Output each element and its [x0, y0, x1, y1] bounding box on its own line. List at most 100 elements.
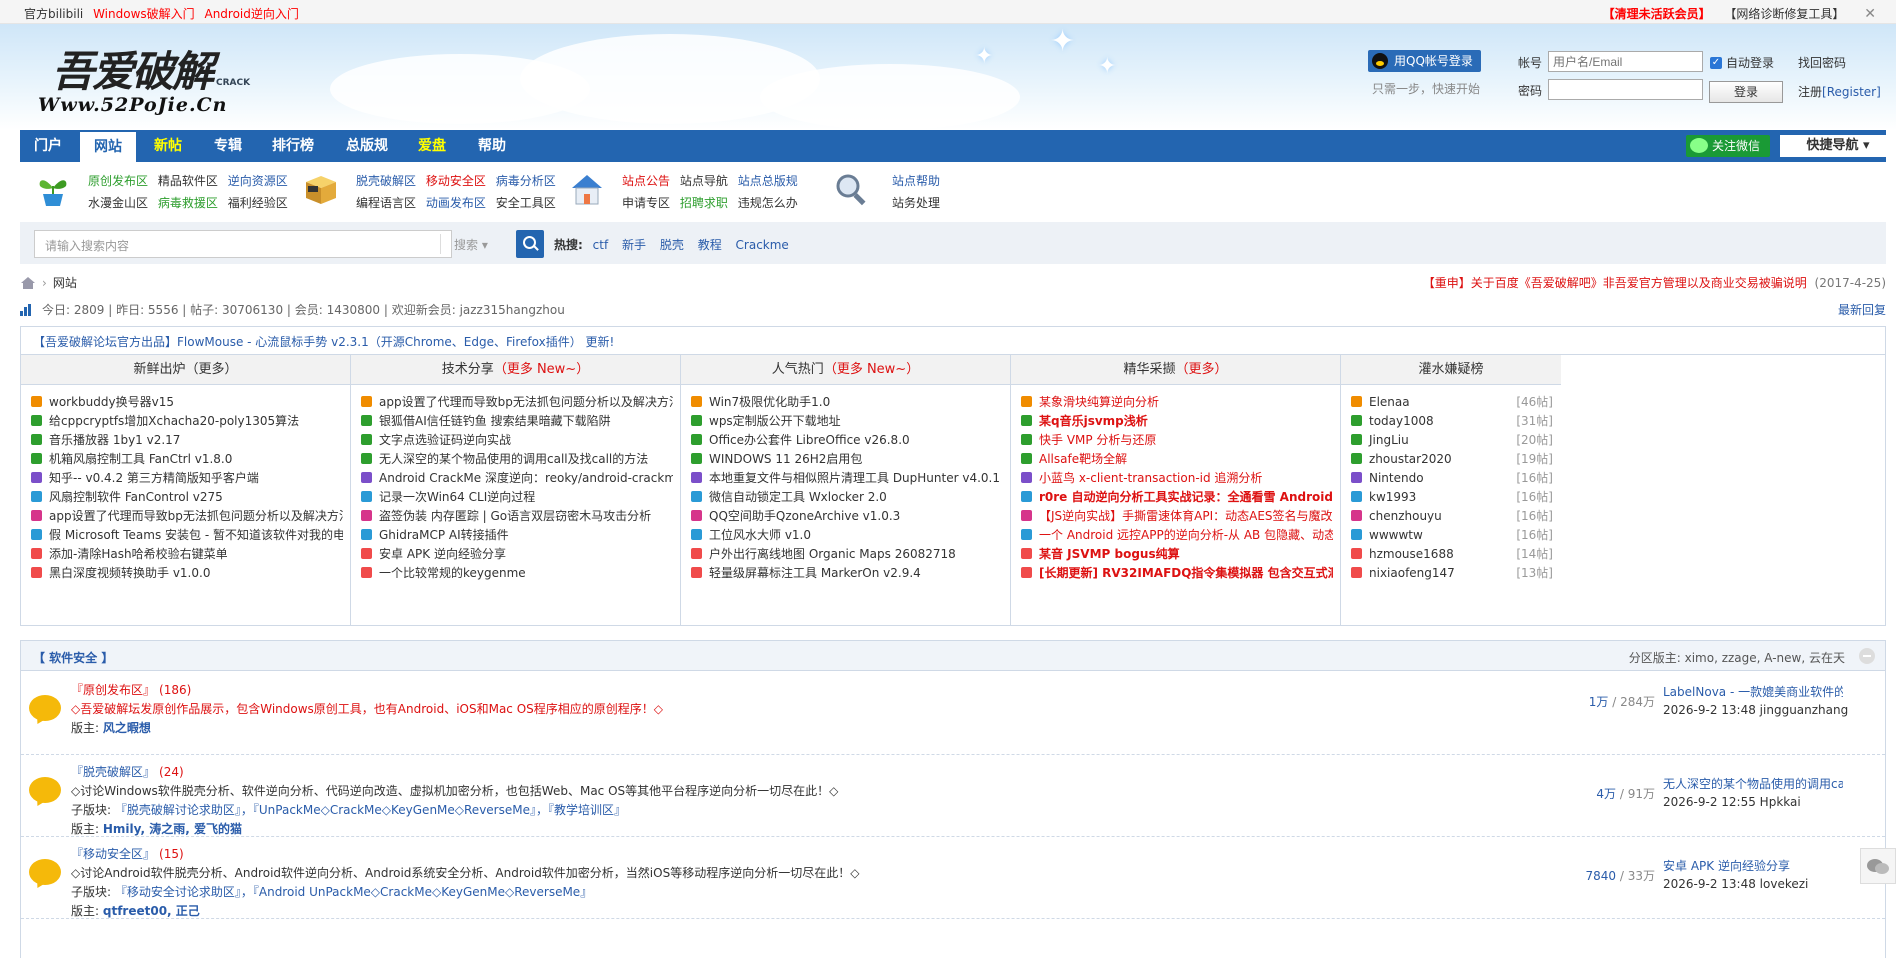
logo-url: Www.52PoJie.Cn	[38, 94, 228, 116]
link-mobile-security[interactable]: 移动安全区	[426, 174, 486, 188]
nav-item-albums[interactable]: 专辑	[214, 130, 242, 162]
subforum-links[interactable]: 『脱壳破解讨论求助区』，『UnPackMe◇CrackMe◇KeyGenMe◇R…	[115, 803, 626, 817]
link-welfare-zone[interactable]: 福利经验区	[228, 196, 288, 210]
nav-item-help[interactable]: 帮助	[478, 130, 506, 162]
link-site-affairs[interactable]: 站务处理	[892, 196, 940, 210]
home-icon[interactable]	[20, 276, 36, 289]
column-more[interactable]: （更多 New~）	[494, 362, 589, 377]
link-programming[interactable]: 编程语言区	[356, 196, 416, 210]
nav-item-rules[interactable]: 总版规	[346, 130, 388, 162]
last-post-title[interactable]: LabelNova - 一款媲美商业软件的 ...	[1663, 683, 1843, 700]
clean-members-link[interactable]: 【清理未活跃会员】	[1603, 7, 1711, 21]
link-animation[interactable]: 动画发布区	[426, 196, 486, 210]
hot-label: 热搜:	[554, 238, 583, 252]
link-violations[interactable]: 违规怎么办	[738, 196, 798, 210]
bilibili-link[interactable]: 官方bilibili	[24, 7, 83, 21]
forum-name[interactable]: 『移动安全区』	[71, 847, 155, 861]
hot-search-link[interactable]: ctf	[593, 238, 609, 252]
link-water-zone[interactable]: 水漫金山区	[88, 196, 148, 210]
hot-search-link[interactable]: 新手	[622, 238, 646, 252]
close-icon[interactable]: ✕	[1864, 6, 1876, 22]
section-title[interactable]: 【 软件安全 】	[33, 649, 113, 666]
column-header[interactable]: 人气热门（更多 New~）	[681, 355, 1010, 385]
topic-item[interactable]: 一个比较常规的keygenme	[361, 562, 673, 584]
column-header[interactable]: 灌水嫌疑榜	[1341, 355, 1561, 385]
link-quality-software[interactable]: 精品软件区	[158, 174, 218, 188]
hot-search-link[interactable]: 脱壳	[660, 238, 684, 252]
link-original-release[interactable]: 原创发布区	[88, 174, 148, 188]
moderator-names[interactable]: 风之暇想	[103, 721, 151, 735]
windows-crack-link[interactable]: Windows破解入门	[93, 7, 195, 21]
forum-title-line: 『原创发布区』 (186)	[71, 681, 191, 698]
site-logo[interactable]: 吾爱破解 Www.52PoJie.Cn CRACK	[30, 38, 280, 122]
search-type-select[interactable]: 搜索 ▾	[454, 236, 488, 253]
column-header[interactable]: 技术分享（更多 New~）	[351, 355, 680, 385]
topic-type-icon	[31, 396, 42, 407]
link-site-help[interactable]: 站点帮助	[892, 174, 940, 188]
wechat-float-icon[interactable]	[1860, 848, 1896, 884]
topic-type-icon	[31, 453, 42, 464]
collapse-icon[interactable]	[1859, 648, 1875, 664]
link-job-recruitment[interactable]: 招聘求职	[680, 196, 728, 210]
column-more[interactable]: （更多 New~）	[824, 362, 919, 377]
link-site-rules[interactable]: 站点总版规	[738, 174, 798, 188]
link-unpack-crack[interactable]: 脱壳破解区	[356, 174, 416, 188]
network-repair-link[interactable]: 【网络诊断修复工具】	[1724, 7, 1844, 21]
topic-type-icon	[1351, 567, 1362, 578]
site-notice[interactable]: 【重申】关于百度《吾爱破解吧》非吾爱官方管理以及商业交易被骗说明 (2017-4…	[1423, 274, 1886, 291]
qq-login-button[interactable]: 用QQ帐号登录	[1368, 50, 1481, 72]
breadcrumb-current[interactable]: 网站	[53, 274, 77, 291]
account-input[interactable]	[1548, 51, 1703, 72]
forum-subforums: 子版块: 『移动安全讨论求助区』，『Android UnPackMe◇Crack…	[71, 883, 592, 900]
latest-replies-link[interactable]: 最新回复	[1838, 301, 1886, 318]
link-virus-rescue[interactable]: 病毒救援区	[158, 196, 218, 210]
hot-search-link[interactable]: Crackme	[736, 238, 789, 252]
last-post-title[interactable]: 安卓 APK 逆向经验分享	[1663, 857, 1843, 874]
search-input[interactable]: 请输入搜索内容	[34, 230, 452, 258]
column-more[interactable]: （更多）	[186, 362, 238, 377]
section-moderators: 分区版主: ximo, zzage, A-new, 云在天	[1628, 651, 1845, 665]
search-button[interactable]	[516, 230, 544, 258]
login-button[interactable]: 登录	[1709, 81, 1783, 103]
link-reverse-resources[interactable]: 逆向资源区	[228, 174, 288, 188]
account-label: 帐号	[1518, 56, 1543, 70]
nav-item-portal[interactable]: 门户	[34, 130, 62, 162]
star-decoration: ✦	[1050, 24, 1076, 59]
topic-item[interactable]: 黑白深度视频转换助手 v1.0.0	[31, 562, 343, 584]
promo-banner[interactable]: 【吾爱破解论坛官方出品】FlowMouse - 心流鼠标手势 v2.3.1（开源…	[20, 326, 1886, 354]
nav-item-site[interactable]: 网站	[80, 132, 136, 162]
moderator-names[interactable]: qtfreet00, 正己	[103, 904, 200, 918]
android-reverse-link[interactable]: Android逆向入门	[204, 7, 298, 21]
column-header[interactable]: 精华采撷（更多）	[1011, 355, 1340, 385]
column-header[interactable]: 新鲜出炉（更多）	[21, 355, 350, 385]
subforum-links[interactable]: 『移动安全讨论求助区』，『Android UnPackMe◇CrackMe◇Ke…	[115, 885, 592, 899]
link-virus-analysis[interactable]: 病毒分析区	[496, 174, 556, 188]
forum-row: 『移动安全区』 (15) ◇讨论Android软件脱壳分析、Android软件逆向分…	[21, 837, 1885, 919]
nav-item-new-posts[interactable]: 新帖	[154, 130, 182, 162]
link-site-announcements[interactable]: 站点公告	[622, 174, 670, 188]
moderator-names[interactable]: Hmily, 涛之雨, 爱飞的猫	[103, 822, 242, 836]
quick-nav-dropdown[interactable]: 快捷导航 ▾	[1780, 135, 1896, 157]
auto-login-checkbox[interactable]: ✓ 自动登录	[1710, 54, 1774, 71]
topic-item[interactable]: nixiaofeng147 [13帖]	[1351, 562, 1553, 584]
hot-search-link[interactable]: 教程	[698, 238, 722, 252]
nav-item-rankings[interactable]: 排行榜	[272, 130, 314, 162]
forum-stats: 4万 / 91万	[1596, 785, 1655, 802]
last-post-title[interactable]: 无人深空的某个物品使用的调用ca ...	[1663, 775, 1843, 792]
topic-type-icon	[31, 472, 42, 483]
find-password-link[interactable]: 找回密码	[1798, 54, 1846, 71]
qq-hint: 只需一步，快速开始	[1372, 82, 1481, 96]
forum-stats: 今日: 2809 | 昨日: 5556 | 帖子: 30706130 | 会员:…	[20, 301, 565, 318]
password-input[interactable]	[1548, 79, 1703, 100]
link-site-navigation[interactable]: 站点导航	[680, 174, 728, 188]
forum-name[interactable]: 『原创发布区』	[71, 683, 155, 697]
topic-item[interactable]: 轻量级屏幕标注工具 MarkerOn v2.9.4	[691, 562, 1003, 584]
register-link[interactable]: 注册[Register]	[1798, 83, 1881, 100]
follow-wechat-button[interactable]: 关注微信	[1686, 135, 1770, 157]
nav-item-aipan[interactable]: 爱盘	[418, 130, 446, 162]
topic-item[interactable]: [长期更新] RV32IMAFDQ指令集模拟器 包含交互式汇编级调试	[1021, 562, 1333, 584]
link-security-tools[interactable]: 安全工具区	[496, 196, 556, 210]
forum-name[interactable]: 『脱壳破解区』	[71, 765, 155, 779]
column-more[interactable]: （更多）	[1176, 362, 1228, 377]
link-application-zone[interactable]: 申请专区	[622, 196, 670, 210]
